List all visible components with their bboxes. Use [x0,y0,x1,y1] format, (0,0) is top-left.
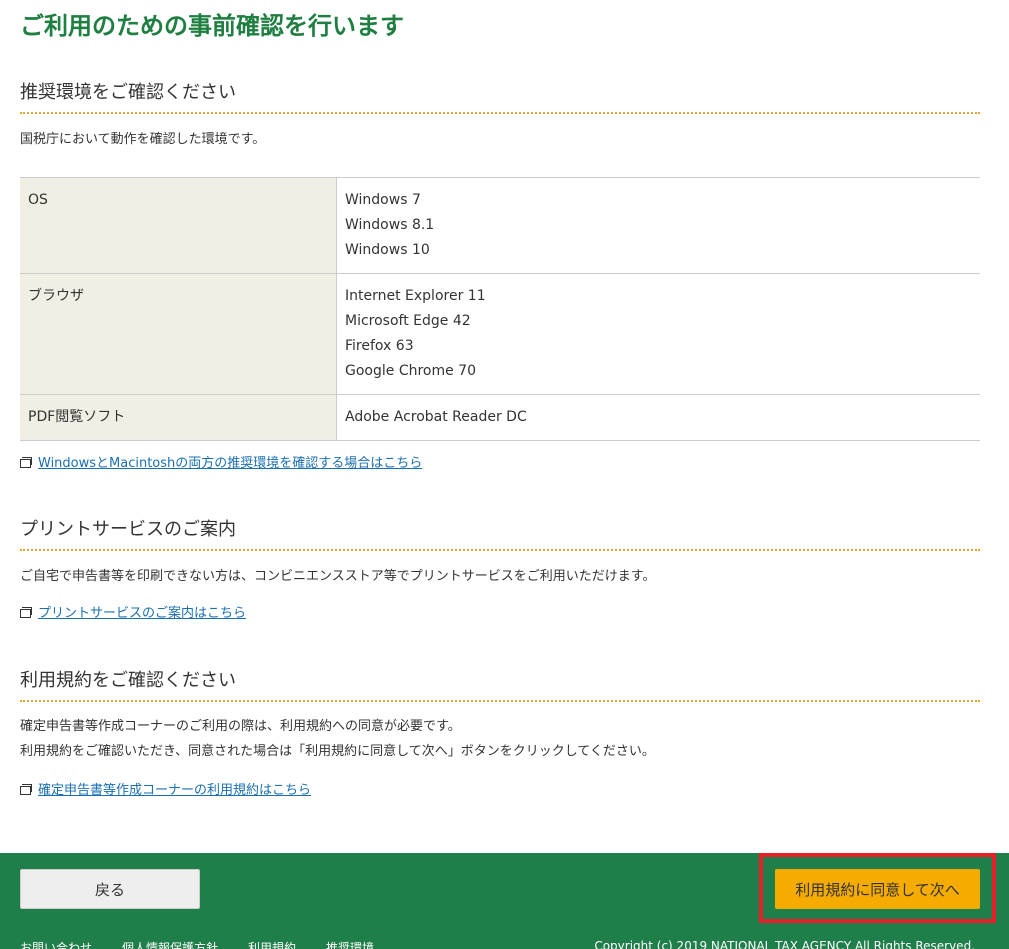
env-label-pdf: PDF閲覧ソフト [20,394,337,441]
print-section-heading: プリントサービスのご案内 [20,515,980,551]
print-link-row: プリントサービスのご案内はこちら [20,602,246,621]
env-section-heading: 推奨環境をご確認ください [20,78,980,114]
terms-description-1: 確定申告書等作成コーナーのご利用の際は、利用規約への同意が必要です。 [20,719,461,734]
env-value-line: Adobe Acrobat Reader DC [345,409,527,425]
terms-link-row: 確定申告書等作成コーナーの利用規約はこちら [20,779,311,798]
env-label-browser: ブラウザ [20,273,337,395]
external-window-icon [20,607,32,618]
env-detail-link[interactable]: WindowsとMacintoshの両方の推奨環境を確認する場合はこちら [38,456,422,471]
agree-next-button[interactable]: 利用規約に同意して次へ [775,869,980,909]
terms-description-2: 利用規約をご確認いただき、同意された場合は「利用規約に同意して次へ」ボタンをクリ… [20,744,655,759]
external-window-icon [20,457,32,468]
back-button[interactable]: 戻る [20,869,200,909]
print-service-link[interactable]: プリントサービスのご案内はこちら [38,606,246,621]
print-description: ご自宅で申告書等を印刷できない方は、コンビニエンスストア等でプリントサービスをご… [20,569,656,584]
footer-link-environment[interactable]: 推奨環境 [326,939,374,949]
terms-link[interactable]: 確定申告書等作成コーナーの利用規約はこちら [38,783,311,798]
footer-link-privacy[interactable]: 個人情報保護方針 [122,939,218,949]
bottom-link-bar: お問い合わせ 個人情報保護方針 利用規約 推奨環境 Copyright (c) … [0,929,1009,949]
page-title: ご利用のための事前確認を行います [20,12,404,40]
table-row: ブラウザ Internet Explorer 11 Microsoft Edge… [20,273,980,395]
env-value-line: Windows 10 [345,242,430,258]
env-value-line: Internet Explorer 11 [345,288,486,304]
page: ご利用のための事前確認を行います 推奨環境をご確認ください 国税庁において動作を… [0,0,1009,949]
env-value-line: Windows 7 [345,192,421,208]
external-window-icon [20,784,32,795]
table-row: PDF閲覧ソフト Adobe Acrobat Reader DC [20,394,980,441]
env-value-line: Firefox 63 [345,338,414,354]
terms-section-heading: 利用規約をご確認ください [20,666,980,702]
env-value-line: Windows 8.1 [345,217,435,233]
env-link-row: WindowsとMacintoshの両方の推奨環境を確認する場合はこちら [20,452,422,471]
table-row: OS Windows 7 Windows 8.1 Windows 10 [20,177,980,274]
env-value-os: Windows 7 Windows 8.1 Windows 10 [336,177,980,274]
environment-table: OS Windows 7 Windows 8.1 Windows 10 ブラウザ… [20,177,980,441]
env-value-browser: Internet Explorer 11 Microsoft Edge 42 F… [336,273,980,395]
env-value-pdf: Adobe Acrobat Reader DC [336,394,980,441]
env-value-line: Microsoft Edge 42 [345,313,471,329]
footer-link-contact[interactable]: お問い合わせ [20,939,92,949]
footer-link-terms[interactable]: 利用規約 [248,939,296,949]
footer-action-bar: 戻る 利用規約に同意して次へ [0,853,1009,929]
copyright-text: Copyright (c) 2019 NATIONAL TAX AGENCY A… [594,939,975,949]
env-label-os: OS [20,177,337,274]
env-description: 国税庁において動作を確認した環境です。 [20,132,266,147]
env-value-line: Google Chrome 70 [345,363,476,379]
